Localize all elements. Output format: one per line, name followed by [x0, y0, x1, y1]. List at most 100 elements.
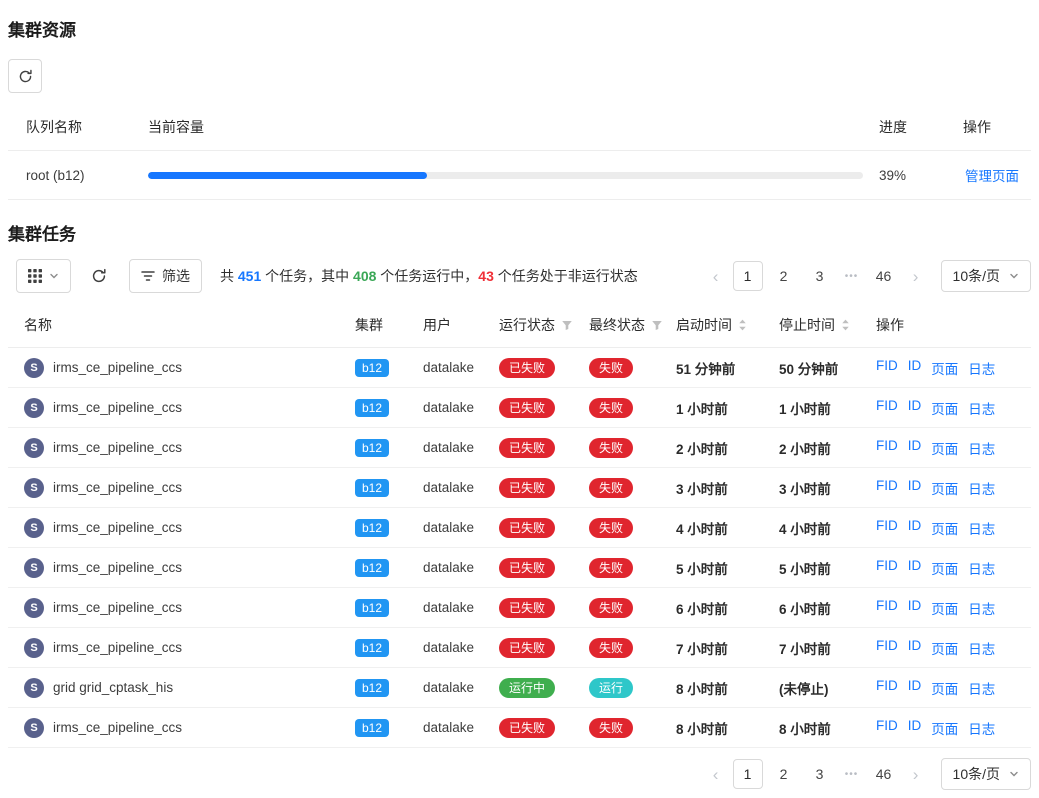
id-link[interactable]: ID — [908, 598, 922, 618]
final-status-badge: 失败 — [589, 398, 633, 418]
log-link[interactable]: 日志 — [968, 438, 995, 458]
prev-page-button[interactable]: ‹ — [705, 766, 727, 783]
table-row: Sirms_ce_pipeline_ccs b12 datalake 已失败 失… — [8, 628, 1031, 668]
fid-link[interactable]: FID — [876, 678, 898, 698]
page-link[interactable]: 页面 — [931, 478, 958, 498]
filter-button[interactable]: 筛选 — [129, 259, 202, 293]
sort-icon[interactable] — [841, 318, 850, 332]
id-link[interactable]: ID — [908, 718, 922, 738]
stop-time: 6 小时前 — [779, 588, 876, 628]
id-link[interactable]: ID — [908, 558, 922, 578]
fid-link[interactable]: FID — [876, 478, 898, 498]
task-user: datalake — [423, 668, 499, 708]
col-header-start-time[interactable]: 启动时间 — [676, 303, 779, 348]
log-link[interactable]: 日志 — [968, 678, 995, 698]
col-header-stop-time[interactable]: 停止时间 — [779, 303, 876, 348]
col-header-start-time-label: 启动时间 — [676, 315, 732, 335]
id-link[interactable]: ID — [908, 478, 922, 498]
start-time: 7 小时前 — [676, 628, 779, 668]
page-link[interactable]: 页面 — [931, 558, 958, 578]
table-row: root (b12) 39% 管理页面 — [8, 151, 1031, 200]
page-button-3[interactable]: 3 — [805, 759, 835, 789]
task-user: datalake — [423, 468, 499, 508]
table-row: Sirms_ce_pipeline_ccs b12 datalake 已失败 失… — [8, 548, 1031, 588]
next-page-button[interactable]: › — [905, 268, 927, 285]
refresh-icon — [18, 69, 33, 84]
manage-page-link[interactable]: 管理页面 — [965, 169, 1019, 184]
id-link[interactable]: ID — [908, 358, 922, 378]
fid-link[interactable]: FID — [876, 438, 898, 458]
start-time: 51 分钟前 — [676, 348, 779, 388]
page-link[interactable]: 页面 — [931, 398, 958, 418]
page-size-select[interactable]: 10条/页 — [941, 758, 1031, 790]
page-link[interactable]: 页面 — [931, 718, 958, 738]
log-link[interactable]: 日志 — [968, 718, 995, 738]
page-button-1[interactable]: 1 — [733, 261, 763, 291]
col-header-final-status-label: 最终状态 — [589, 315, 645, 335]
page-link[interactable]: 页面 — [931, 518, 958, 538]
run-status-badge: 已失败 — [499, 598, 555, 618]
final-status-badge: 失败 — [589, 438, 633, 458]
columns-button[interactable] — [16, 259, 71, 293]
start-time: 2 小时前 — [676, 428, 779, 468]
fid-link[interactable]: FID — [876, 598, 898, 618]
log-link[interactable]: 日志 — [968, 558, 995, 578]
log-link[interactable]: 日志 — [968, 358, 995, 378]
funnel-icon[interactable] — [561, 319, 573, 331]
log-link[interactable]: 日志 — [968, 598, 995, 618]
resources-refresh-button[interactable] — [8, 59, 42, 93]
page-link[interactable]: 页面 — [931, 358, 958, 378]
funnel-icon[interactable] — [651, 319, 663, 331]
page-link[interactable]: 页面 — [931, 438, 958, 458]
fid-link[interactable]: FID — [876, 518, 898, 538]
tasks-refresh-button[interactable] — [85, 259, 113, 293]
page-link[interactable]: 页面 — [931, 638, 958, 658]
next-page-button[interactable]: › — [905, 766, 927, 783]
page-link[interactable]: 页面 — [931, 598, 958, 618]
log-link[interactable]: 日志 — [968, 398, 995, 418]
fid-link[interactable]: FID — [876, 358, 898, 378]
table-row: Sirms_ce_pipeline_ccs b12 datalake 已失败 失… — [8, 388, 1031, 428]
final-status-badge: 失败 — [589, 638, 633, 658]
id-link[interactable]: ID — [908, 398, 922, 418]
id-link[interactable]: ID — [908, 678, 922, 698]
fid-link[interactable]: FID — [876, 638, 898, 658]
resources-table: 队列名称 当前容量 进度 操作 root (b12) 39% 管理页面 — [8, 105, 1031, 200]
col-header-actions: 操作 — [931, 105, 1031, 151]
page-button-2[interactable]: 2 — [769, 261, 799, 291]
stop-time: (未停止) — [779, 668, 876, 708]
pagination-bottom: ‹ 1 2 3 ••• 46 › 10条/页 — [705, 758, 1031, 790]
sort-icon[interactable] — [738, 318, 747, 332]
id-link[interactable]: ID — [908, 438, 922, 458]
log-link[interactable]: 日志 — [968, 478, 995, 498]
fid-link[interactable]: FID — [876, 718, 898, 738]
id-link[interactable]: ID — [908, 638, 922, 658]
task-name: irms_ce_pipeline_ccs — [53, 440, 182, 455]
run-status-badge: 已失败 — [499, 398, 555, 418]
tasks-title: 集群任务 — [8, 220, 1031, 245]
log-link[interactable]: 日志 — [968, 518, 995, 538]
page-size-select[interactable]: 10条/页 — [941, 260, 1031, 292]
jump-pages-button[interactable]: ••• — [841, 271, 863, 282]
page-button-last[interactable]: 46 — [869, 261, 899, 291]
final-status-badge: 失败 — [589, 478, 633, 498]
page-button-1[interactable]: 1 — [733, 759, 763, 789]
page-button-2[interactable]: 2 — [769, 759, 799, 789]
cluster-badge: b12 — [355, 359, 389, 377]
page-link[interactable]: 页面 — [931, 678, 958, 698]
col-header-run-status-label: 运行状态 — [499, 315, 555, 335]
id-link[interactable]: ID — [908, 518, 922, 538]
page-button-3[interactable]: 3 — [805, 261, 835, 291]
log-link[interactable]: 日志 — [968, 638, 995, 658]
tasks-toolbar: 筛选 共 451 个任务，其中 408 个任务运行中，43 个任务处于非运行状态… — [8, 259, 1031, 293]
fid-link[interactable]: FID — [876, 398, 898, 418]
fid-link[interactable]: FID — [876, 558, 898, 578]
avatar: S — [24, 598, 44, 618]
col-header-user: 用户 — [423, 303, 499, 348]
col-header-final-status[interactable]: 最终状态 — [589, 303, 676, 348]
col-header-run-status[interactable]: 运行状态 — [499, 303, 589, 348]
prev-page-button[interactable]: ‹ — [705, 268, 727, 285]
stop-time: 50 分钟前 — [779, 348, 876, 388]
jump-pages-button[interactable]: ••• — [841, 769, 863, 780]
page-button-last[interactable]: 46 — [869, 759, 899, 789]
